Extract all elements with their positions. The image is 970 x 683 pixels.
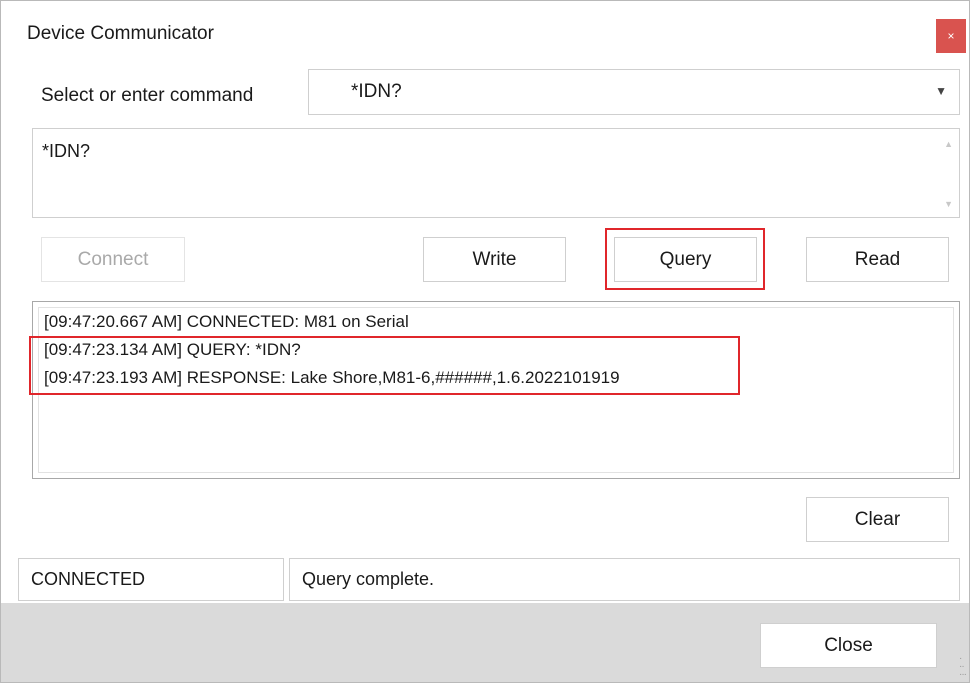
connection-status: CONNECTED [18, 558, 284, 601]
log-line: [09:47:23.134 AM] QUERY: *IDN? [44, 340, 301, 359]
log-panel[interactable]: [09:47:20.667 AM] CONNECTED: M81 on Seri… [32, 301, 960, 479]
write-button[interactable]: Write [423, 237, 566, 282]
status-message: Query complete. [289, 558, 960, 601]
command-text-value: *IDN? [42, 141, 91, 161]
footer-bar: Close · ·· ··· [1, 603, 969, 682]
scroll-down-icon[interactable]: ▼ [944, 199, 953, 209]
connect-button[interactable]: Connect [41, 237, 185, 282]
window-title: Device Communicator [27, 23, 214, 44]
read-button[interactable]: Read [806, 237, 949, 282]
log-list: [09:47:20.667 AM] CONNECTED: M81 on Seri… [38, 307, 954, 473]
log-line: [09:47:23.193 AM] RESPONSE: Lake Shore,M… [44, 368, 620, 387]
query-button[interactable]: Query [614, 237, 757, 282]
command-select[interactable]: *IDN? ▼ [308, 69, 960, 115]
close-button[interactable]: Close [760, 623, 937, 668]
device-communicator-window: Device Communicator × Select or enter co… [0, 0, 970, 683]
command-label: Select or enter command [41, 85, 254, 106]
clear-button[interactable]: Clear [806, 497, 949, 542]
log-line: [09:47:20.667 AM] CONNECTED: M81 on Seri… [44, 312, 409, 331]
resize-grip-icon[interactable]: · ·· ··· [959, 654, 967, 680]
command-select-value: *IDN? [351, 81, 402, 102]
close-icon[interactable]: × [936, 19, 966, 53]
scroll-up-icon[interactable]: ▲ [944, 139, 953, 149]
chevron-down-icon[interactable]: ▼ [935, 84, 947, 98]
command-textarea[interactable]: *IDN? ▲ ▼ [32, 128, 960, 218]
